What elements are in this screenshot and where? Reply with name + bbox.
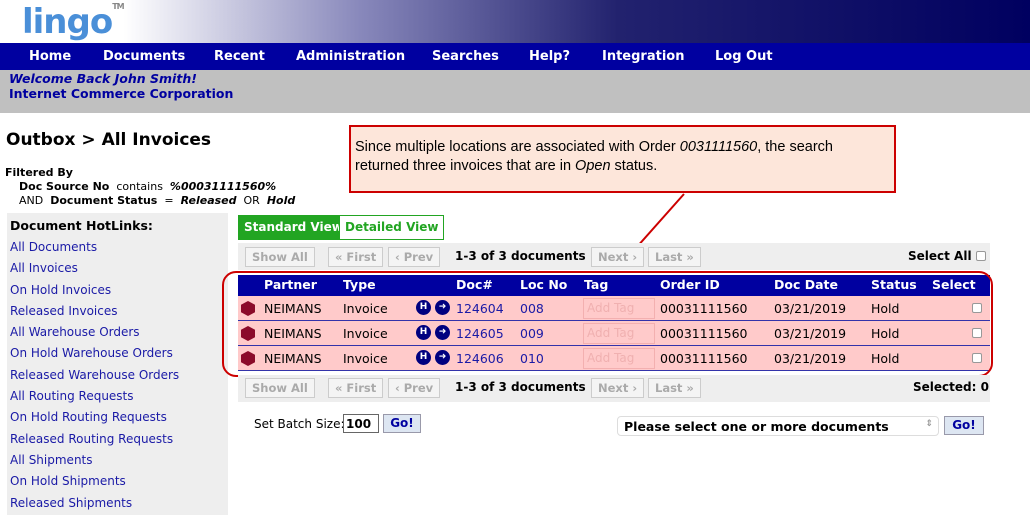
show-all-button[interactable]: Show All — [245, 378, 315, 398]
tab-standard-view[interactable]: Standard View — [238, 215, 349, 240]
annotation-highlight — [222, 271, 993, 377]
sidebar-link[interactable]: On Hold Routing Requests — [10, 407, 225, 428]
sidebar-title: Document HotLinks: — [10, 218, 153, 233]
prev-button[interactable]: ‹ Prev — [388, 378, 441, 398]
sidebar-link[interactable]: Released Warehouse Orders — [10, 365, 225, 386]
last-button[interactable]: Last » — [648, 378, 701, 398]
tab-detailed-view[interactable]: Detailed View — [339, 215, 445, 240]
sidebar-link[interactable]: All Invoices — [10, 258, 225, 279]
next-button[interactable]: Next › — [591, 378, 645, 398]
action-select-value: Please select one or more documents — [624, 419, 889, 434]
first-button[interactable]: « First — [328, 378, 384, 398]
batch-size-label: Set Batch Size: — [254, 417, 345, 431]
select-all-label: Select All — [908, 249, 972, 263]
pager-bottom: Show All « First ‹ Prev 1-3 of 3 documen… — [238, 375, 990, 402]
pager-top: Show All « First ‹ Prev 1-3 of 3 documen… — [238, 243, 990, 270]
sidebar-link[interactable]: All Documents — [10, 237, 225, 258]
prev-button[interactable]: ‹ Prev — [388, 247, 441, 267]
last-button[interactable]: Last » — [648, 247, 701, 267]
first-button[interactable]: « First — [328, 247, 384, 267]
document-count: 1-3 of 3 documents — [455, 380, 586, 394]
show-all-button[interactable]: Show All — [245, 247, 315, 267]
action-select[interactable]: Please select one or more documents ⇕ — [617, 416, 939, 436]
sidebar-hotlinks: Document HotLinks: All Documents All Invo… — [7, 213, 228, 515]
sidebar-link[interactable]: Released Invoices — [10, 301, 225, 322]
next-button[interactable]: Next › — [591, 247, 645, 267]
sidebar-link[interactable]: On Hold Invoices — [10, 280, 225, 301]
batch-size-input[interactable] — [343, 414, 379, 433]
select-arrows-icon: ⇕ — [925, 419, 933, 429]
sidebar-link[interactable]: On Hold Warehouse Orders — [10, 343, 225, 364]
sidebar-link[interactable]: On Hold Shipments — [10, 471, 225, 492]
action-go-button[interactable]: Go! — [944, 416, 984, 435]
batch-go-button[interactable]: Go! — [383, 414, 421, 433]
document-count: 1-3 of 3 documents — [455, 249, 586, 263]
sidebar-link[interactable]: All Routing Requests — [10, 386, 225, 407]
select-all-checkbox[interactable] — [976, 251, 986, 261]
selected-count: Selected: 0 — [913, 380, 989, 394]
sidebar-link[interactable]: Released Routing Requests — [10, 429, 225, 450]
sidebar-link[interactable]: All Shipments — [10, 450, 225, 471]
sidebar-link[interactable]: All Warehouse Orders — [10, 322, 225, 343]
sidebar-link[interactable]: Released Shipments — [10, 493, 225, 514]
